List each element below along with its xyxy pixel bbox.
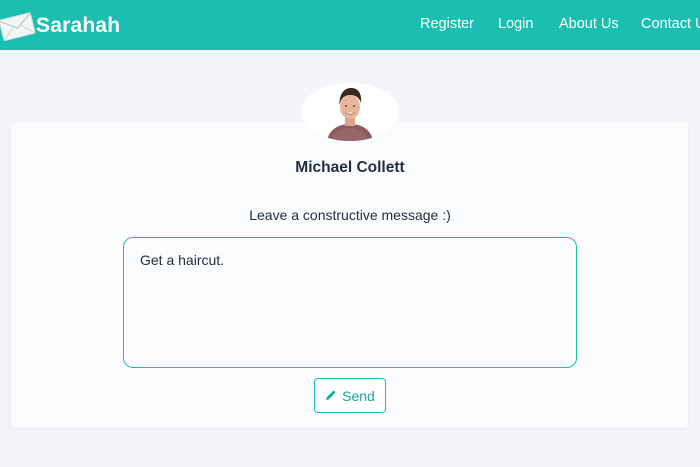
nav-links: Register Login About Us Contact Us <box>0 0 700 50</box>
profile-name: Michael Collett <box>295 159 405 176</box>
nav-contact-link[interactable]: Contact Us <box>641 16 700 32</box>
message-input[interactable] <box>123 237 577 368</box>
message-prompt: Leave a constructive message :) <box>249 207 451 223</box>
nav-login-link[interactable]: Login <box>498 16 533 32</box>
send-button[interactable]: Send <box>314 378 386 413</box>
profile-photo <box>301 83 399 141</box>
pencil-icon <box>326 390 336 401</box>
top-navbar: Sarahah Register Login About Us Contact … <box>0 0 700 50</box>
nav-about-link[interactable]: About Us <box>559 16 619 32</box>
profile-avatar <box>301 83 399 141</box>
nav-register-link[interactable]: Register <box>420 16 474 32</box>
send-button-label: Send <box>342 387 375 404</box>
